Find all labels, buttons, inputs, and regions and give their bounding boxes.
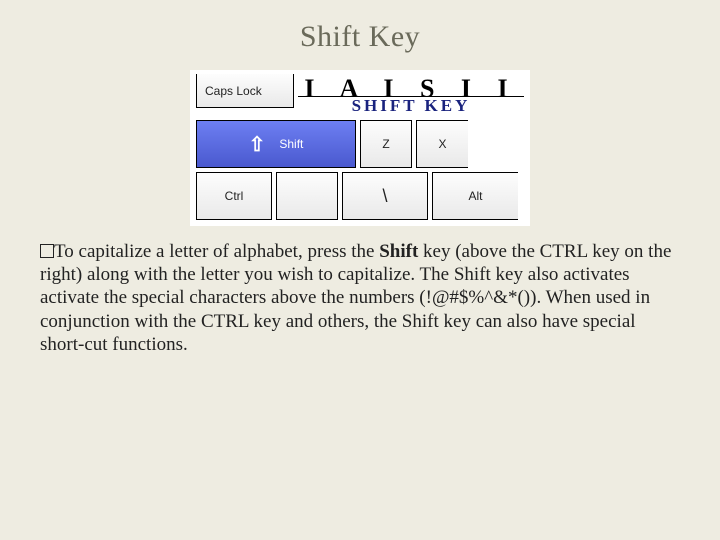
body-paragraph: To capitalize a letter of alphabet, pres…	[40, 240, 680, 356]
key-z: Z	[360, 120, 412, 168]
letter-strip-container: I A I S I I SHIFT KEY	[298, 74, 524, 116]
key-x: X	[416, 120, 468, 168]
slide-title: Shift Key	[40, 20, 680, 54]
body-text-pre: To capitalize a letter of alphabet, pres…	[54, 241, 379, 262]
body-text-bold: Shift	[379, 241, 418, 262]
keyboard-row-0: Caps Lock I A I S I I SHIFT KEY	[196, 74, 524, 116]
key-label: Shift	[279, 137, 303, 151]
keyboard: Caps Lock I A I S I I SHIFT KEY ⇧ Shift …	[196, 74, 524, 220]
bullet-square-icon	[40, 244, 54, 258]
key-label: Ctrl	[225, 189, 244, 203]
key-label: Z	[382, 137, 389, 151]
up-arrow-icon: ⇧	[249, 132, 266, 157]
key-label: \	[382, 186, 387, 207]
slide-container: Shift Key Caps Lock I A I S I I SHIFT KE…	[0, 0, 720, 540]
key-label: Alt	[468, 189, 482, 203]
key-caps-lock: Caps Lock	[196, 74, 294, 108]
letter-strip: I A I S I I	[298, 74, 524, 97]
key-label: X	[438, 137, 446, 151]
shift-key-banner: SHIFT KEY	[298, 96, 524, 116]
keyboard-row-1: ⇧ Shift Z X	[196, 120, 524, 168]
key-ctrl: Ctrl	[196, 172, 272, 220]
key-blank	[276, 172, 338, 220]
key-alt: Alt	[432, 172, 518, 220]
keyboard-illustration: Caps Lock I A I S I I SHIFT KEY ⇧ Shift …	[190, 70, 530, 226]
key-shift-highlighted: ⇧ Shift	[196, 120, 356, 168]
key-backslash: \	[342, 172, 428, 220]
keyboard-row-2: Ctrl \ Alt	[196, 172, 524, 220]
key-label: Caps Lock	[205, 84, 262, 98]
